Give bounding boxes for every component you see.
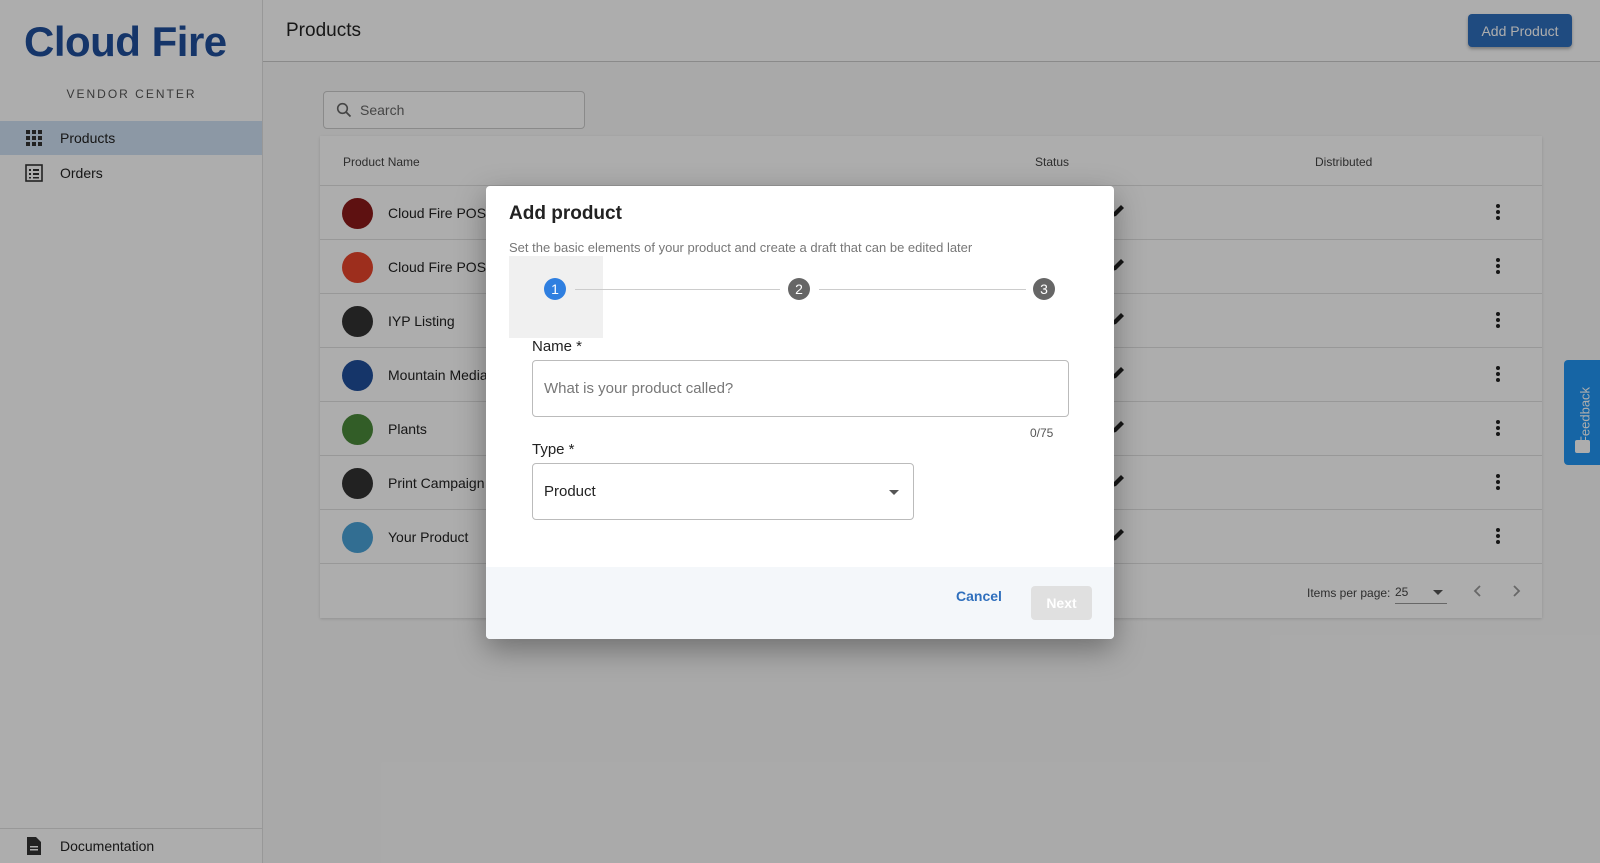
stepper-connector	[575, 289, 780, 290]
add-product-dialog: Add product Set the basic elements of yo…	[486, 186, 1114, 639]
cancel-button[interactable]: Cancel	[956, 588, 1002, 604]
dialog-footer	[486, 567, 1114, 639]
step-1[interactable]: 1	[544, 278, 566, 300]
dropdown-arrow-icon	[889, 490, 899, 495]
dialog-subtitle: Set the basic elements of your product a…	[509, 240, 973, 255]
step-2[interactable]: 2	[788, 278, 810, 300]
product-type-select[interactable]: Product	[532, 463, 914, 520]
next-button[interactable]: Next	[1031, 586, 1092, 620]
type-field-label: Type *	[532, 441, 575, 458]
product-type-value: Product	[544, 483, 596, 500]
name-char-counter: 0/75	[1030, 426, 1054, 440]
stepper-connector	[819, 289, 1026, 290]
dialog-title: Add product	[509, 203, 622, 224]
name-field-label: Name *	[532, 338, 583, 355]
product-name-input[interactable]	[532, 360, 1069, 417]
step-3[interactable]: 3	[1033, 278, 1055, 300]
